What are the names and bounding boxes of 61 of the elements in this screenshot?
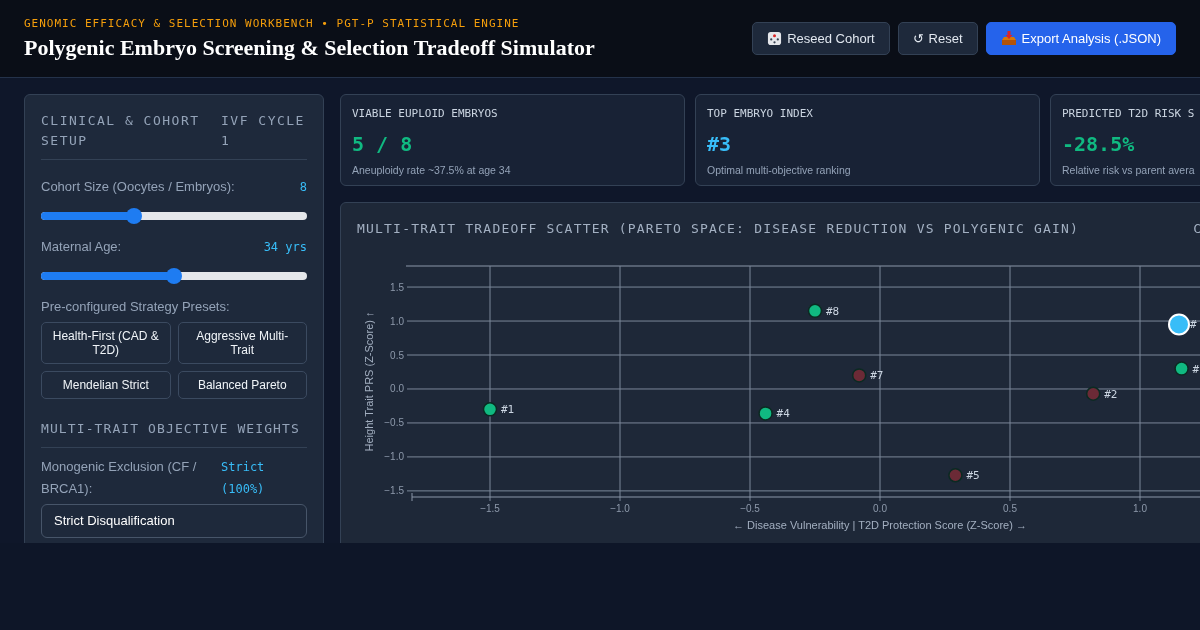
- exclusion-select[interactable]: Strict Disqualification: [41, 504, 307, 538]
- presets-label: Pre-configured Strategy Presets:: [41, 298, 231, 316]
- embryo-point[interactable]: [807, 303, 823, 318]
- embryo-point[interactable]: [758, 405, 773, 421]
- y-tick-label: −0.5: [384, 416, 404, 428]
- slider-value: 8: [299, 179, 307, 196]
- export-button[interactable]: Export Analysis (.JSON): [985, 21, 1176, 56]
- y-tick-label: 0.0: [390, 382, 404, 394]
- x-tick-label: −0.5: [740, 502, 760, 514]
- preset-button[interactable]: Aggressive Multi-Trait: [177, 322, 307, 364]
- inbox-tray-icon: [1000, 31, 1017, 46]
- point-label: #7: [870, 368, 884, 382]
- preset-button[interactable]: Balanced Pareto: [177, 371, 307, 399]
- point-label: #: [1190, 317, 1197, 331]
- point-label: #4: [776, 406, 790, 420]
- embryo-point[interactable]: [482, 401, 498, 417]
- stat-label: TOP EMBRYO INDEX: [707, 106, 814, 122]
- header-subtitle: GENOMIC EFFICACY & SELECTION WORKBENCH • PGT-P STATISTICAL ENGINE: [24, 16, 521, 33]
- x-axis-title: ← Disease Vulnerability | T2D Protection Score (Z-Score) →: [733, 518, 1027, 531]
- stat-note: Aneuploidy rate ~37.5% at age 34: [352, 162, 512, 178]
- reset-button[interactable]: ↺ Reset: [897, 21, 978, 56]
- slider-thumb[interactable]: [166, 268, 182, 284]
- stat-value: -28.5%: [1062, 130, 1136, 158]
- stat-value: #3: [707, 130, 733, 158]
- reseed-button[interactable]: Reseed Cohort: [752, 21, 890, 56]
- cycle-label: IVF CYCLE 1: [221, 112, 306, 150]
- field-value: Strict (100%): [221, 459, 266, 498]
- panel-title: CLINICAL & COHORT SETUP: [41, 112, 201, 150]
- y-axis-title: Height Trait PRS (Z-Score) ↑: [363, 311, 375, 451]
- stat-note: Relative risk vs parent avera: [1062, 162, 1196, 178]
- y-tick-label: −1.0: [384, 450, 404, 462]
- x-tick-label: −1.0: [610, 502, 630, 514]
- stat-label: PREDICTED T2D RISK S: [1062, 106, 1196, 122]
- stat-label: VIABLE EUPLOID EMBRYOS: [352, 106, 499, 122]
- y-tick-label: 1.0: [390, 315, 404, 327]
- x-tick-label: −1.5: [480, 502, 500, 514]
- y-tick-label: −1.5: [384, 484, 404, 496]
- embryo-point[interactable]: [1174, 360, 1189, 376]
- stat-value: 5 / 8: [352, 130, 414, 158]
- slider-label: Maternal Age:: [41, 238, 122, 256]
- point-label: #2: [1104, 387, 1118, 401]
- x-tick-label: 0.0: [873, 502, 887, 514]
- point-label: #8: [826, 304, 840, 318]
- chart-title: MULTI-TRAIT TRADEOFF SCATTER (PARETO SPACE: DISEASE REDUCTION VS POLYGENIC GAIN): [357, 220, 1080, 238]
- point-label: #5: [966, 468, 980, 482]
- slider-value: 34 yrs: [263, 239, 307, 256]
- y-tick-label: 1.5: [390, 281, 404, 293]
- stat-note: Optimal multi-objective ranking: [707, 162, 852, 178]
- page-title: Polygenic Embryo Screening & Selection Tradeoff Simulator: [24, 34, 595, 61]
- slider-label: Cohort Size (Oocytes / Embryos):: [41, 178, 235, 196]
- slider-thumb[interactable]: [126, 208, 143, 224]
- dice-icon: [767, 31, 783, 46]
- x-tick-label: 1.0: [1133, 502, 1147, 514]
- x-tick-label: 0.5: [1003, 502, 1017, 514]
- preset-button[interactable]: Mendelian Strict: [41, 371, 171, 399]
- preset-button[interactable]: Health-First (CAD & T2D): [41, 322, 171, 364]
- point-label: #1: [501, 402, 515, 416]
- y-tick-label: 0.5: [390, 349, 404, 360]
- point-label: #: [1192, 362, 1200, 376]
- section-title: MULTI-TRAIT OBJECTIVE WEIGHTS: [41, 420, 301, 438]
- field-label: Monogenic Exclusion (CF / BRCA1):: [41, 458, 198, 498]
